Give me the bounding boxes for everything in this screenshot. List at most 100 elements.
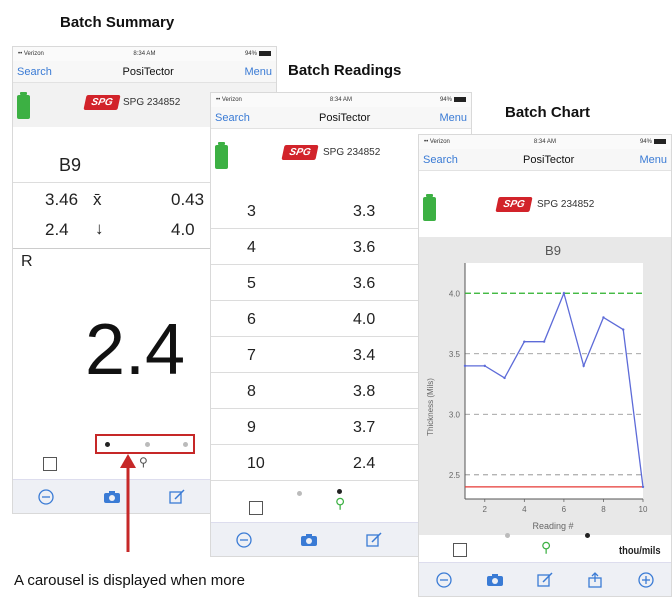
y-tick-label: 3.5 — [449, 350, 461, 359]
spg-logo: SPG — [83, 95, 121, 110]
time-label: 8:34 AM — [133, 51, 156, 57]
camera-icon[interactable] — [300, 531, 318, 549]
data-point — [622, 328, 625, 331]
reading-value: 2.4 — [353, 455, 376, 472]
reading-index: 8 — [247, 383, 256, 400]
data-point — [542, 340, 546, 343]
probe-battery-icon — [423, 194, 436, 221]
plot-background — [465, 263, 643, 499]
chart-title: B9 — [545, 243, 561, 258]
status-bar: •• Verizon 8:34 AM 94% — [13, 47, 276, 61]
battery-status: 94% — [639, 138, 666, 146]
data-point — [523, 340, 526, 343]
data-point — [562, 292, 566, 295]
probe-serial: SPG 234852 — [537, 199, 595, 210]
nav-bar: Search PosiTector Menu — [419, 149, 671, 171]
delete-icon[interactable] — [435, 571, 453, 589]
menu-link[interactable]: Menu — [244, 66, 272, 78]
share-icon[interactable] — [586, 571, 604, 589]
thickness-chart: B9 Thickness (Mils) Reading # 2.5 3.0 3.5 4… — [426, 243, 648, 531]
camera-icon[interactable] — [486, 571, 504, 589]
x-tick-label: 6 — [562, 505, 567, 514]
min-value: 2.4 — [45, 220, 69, 239]
carousel-dot[interactable] — [297, 491, 302, 496]
reading-value: 3.7 — [353, 419, 376, 436]
reading-value: 3.6 — [353, 275, 376, 292]
delete-icon[interactable] — [235, 531, 253, 549]
reading-value: 3.4 — [353, 347, 376, 364]
carousel-indicator[interactable] — [95, 434, 195, 454]
batch-name: B9 — [59, 155, 82, 175]
nav-title: PosiTector — [522, 153, 575, 166]
carousel-dot-active[interactable] — [585, 533, 590, 538]
nav-bar: Search PosiTector Menu — [211, 107, 471, 129]
add-icon[interactable] — [637, 571, 655, 589]
status-bar: •• Verizon 8:34 AM 94% — [419, 135, 671, 149]
x-tick-label: 4 — [522, 505, 527, 514]
units-toggle[interactable]: thou/mils — [619, 545, 661, 557]
y-tick-label: 4.0 — [449, 289, 461, 298]
edit-icon[interactable] — [168, 488, 186, 506]
delete-icon[interactable] — [37, 488, 55, 506]
nav-title: PosiTector — [318, 111, 371, 124]
carrier-label: •• Verizon — [18, 51, 44, 57]
reading-index: 10 — [247, 455, 265, 472]
edit-icon[interactable] — [536, 571, 554, 589]
nav-title: PosiTector — [122, 65, 174, 78]
reading-value: 4.0 — [353, 311, 376, 328]
carousel-dot[interactable] — [505, 533, 510, 538]
large-reading: 2.4 — [85, 310, 186, 390]
bottom-toolbar — [419, 562, 671, 596]
save-icon[interactable] — [453, 543, 467, 557]
caption-batch-summary: Batch Summary — [60, 14, 175, 31]
edit-icon[interactable] — [365, 531, 383, 549]
menu-link[interactable]: Menu — [639, 154, 667, 166]
x-tick-label: 2 — [483, 505, 488, 514]
save-icon[interactable] — [43, 457, 57, 471]
battery-status: 94% — [245, 50, 271, 57]
carousel-dot-active[interactable] — [337, 489, 342, 494]
chart-x-label: Reading # — [532, 521, 573, 531]
y-tick-label: 2.5 — [449, 471, 461, 480]
caption-batch-readings: Batch Readings — [288, 62, 402, 79]
spg-logo: SPG — [495, 197, 533, 212]
probe-icon: ⚲ — [335, 495, 346, 511]
battery-percent: 94% — [439, 97, 452, 104]
battery-bar-icon — [653, 138, 666, 144]
battery-percent: 94% — [639, 139, 652, 146]
battery-bar-icon — [453, 96, 466, 102]
y-tick-label: 3.0 — [449, 410, 461, 419]
annotation-arrow — [120, 454, 136, 552]
carousel-dot[interactable] — [145, 442, 150, 447]
save-icon[interactable] — [249, 501, 263, 515]
data-point — [503, 376, 506, 380]
time-label: 8:34 AM — [329, 97, 352, 103]
search-link[interactable]: Search — [17, 66, 52, 78]
caption-carousel-note: A carousel is displayed when more — [14, 572, 245, 589]
probe-serial: SPG 234852 — [323, 147, 381, 158]
reading-index: 5 — [247, 275, 256, 292]
data-point — [641, 485, 645, 489]
probe-battery-icon — [17, 92, 30, 119]
menu-link[interactable]: Menu — [439, 112, 467, 124]
caption-batch-chart: Batch Chart — [505, 104, 591, 121]
data-point — [602, 316, 605, 319]
stat-right-2: 4.0 — [171, 220, 195, 239]
battery-bar-icon — [258, 50, 271, 56]
probe-serial: SPG 234852 — [123, 97, 181, 108]
probe-icon: ⚲ — [541, 539, 552, 555]
search-link[interactable]: Search — [215, 112, 250, 124]
reading-value: 3.3 — [353, 203, 376, 220]
battery-status: 94% — [439, 96, 466, 104]
reading-index: 7 — [247, 347, 256, 364]
probe-icon: ⚲ — [139, 455, 148, 469]
carousel-dot-active[interactable] — [105, 442, 110, 447]
search-link[interactable]: Search — [423, 154, 458, 166]
chart-area: B9 Thickness (Mils) Reading # 2.5 3.0 3.5 4… — [419, 237, 671, 535]
carousel-dot[interactable] — [183, 442, 188, 447]
carrier-label: •• Verizon — [424, 139, 450, 145]
reading-index: 3 — [247, 203, 256, 220]
device-header: SPG SPG 234852 — [419, 171, 671, 237]
nav-bar: Search PosiTector Menu — [13, 61, 276, 83]
chart-y-label: Thickness (Mils) — [426, 378, 435, 436]
